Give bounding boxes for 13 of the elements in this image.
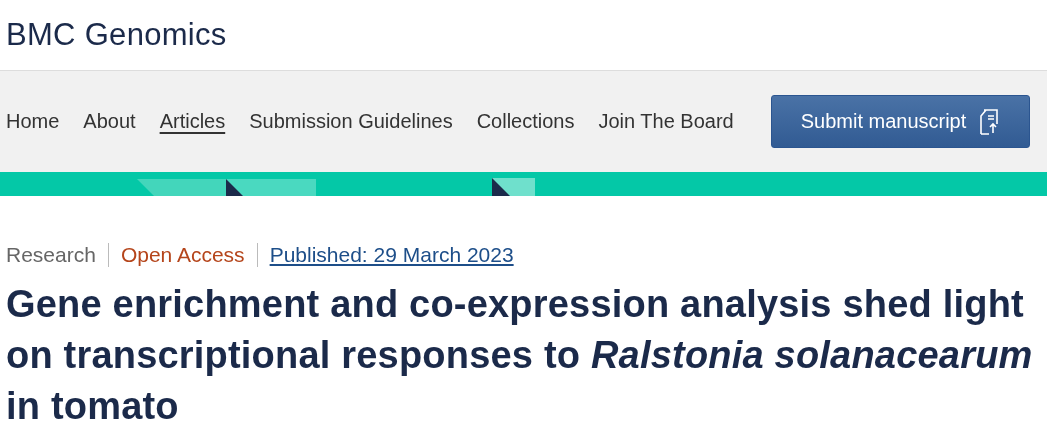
nav-link[interactable]: Articles: [159, 110, 226, 133]
document-upload-icon: [978, 108, 1001, 135]
article-type: Research: [6, 243, 97, 267]
nav-link[interactable]: Join The Board: [598, 110, 734, 133]
nav-link[interactable]: About: [83, 110, 136, 133]
nav-link[interactable]: Submission Guidelines: [249, 110, 453, 133]
submit-manuscript-button[interactable]: Submit manuscript: [771, 95, 1030, 148]
article-title: Gene enrichment and co-expression analysis shed light on transcriptional responses to Ralstonia solanacearum in tomato: [6, 282, 1034, 429]
journal-title[interactable]: BMC Genomics: [6, 17, 227, 53]
published-date-link[interactable]: Published: 29 March 2023: [256, 243, 514, 267]
access-label: Open Access: [107, 243, 257, 267]
nav-link[interactable]: Collections: [476, 110, 575, 133]
nav-link[interactable]: Home: [6, 110, 60, 133]
